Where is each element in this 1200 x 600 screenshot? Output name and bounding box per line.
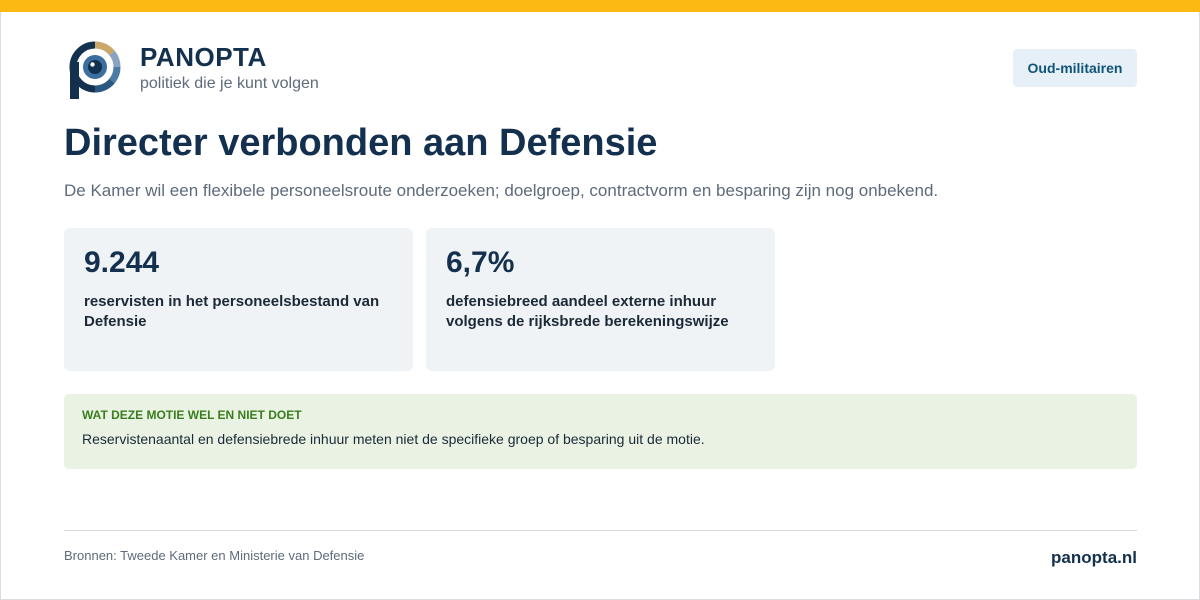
page-title: Directer verbonden aan Defensie [64,122,658,164]
stats-row: 9.244 reservisten in het personeelsbesta… [64,228,775,371]
note-body: Reservistenaantal en defensiebrede inhuu… [82,431,705,447]
stat-card-reservists: 9.244 reservisten in het personeelsbesta… [64,228,413,371]
motion-note: WAT DEZE MOTIE WEL EN NIET DOET Reservis… [64,394,1137,469]
footer-divider [64,530,1137,531]
panopta-logo-icon [69,41,121,99]
note-title: WAT DEZE MOTIE WEL EN NIET DOET [82,408,302,422]
stat-label: reservisten in het personeelsbestand van… [84,293,380,330]
stat-card-external-hiring: 6,7% defensiebreed aandeel externe inhuu… [426,228,775,371]
accent-bar [0,0,1200,12]
page-summary: De Kamer wil een flexibele personeelsrou… [64,181,939,200]
brand-name: PANOPTA [140,42,267,72]
stat-label: defensiebreed aandeel externe inhuur vol… [446,293,729,330]
stat-value: 9.244 [84,246,160,279]
footer-sources: Bronnen: Tweede Kamer en Ministerie van … [64,548,365,563]
topic-tag[interactable]: Oud-militairen [1013,49,1137,87]
stat-value: 6,7% [446,246,515,279]
footer-site-link[interactable]: panopta.nl [1051,548,1137,568]
brand-tagline: politiek die je kunt volgen [140,75,319,92]
